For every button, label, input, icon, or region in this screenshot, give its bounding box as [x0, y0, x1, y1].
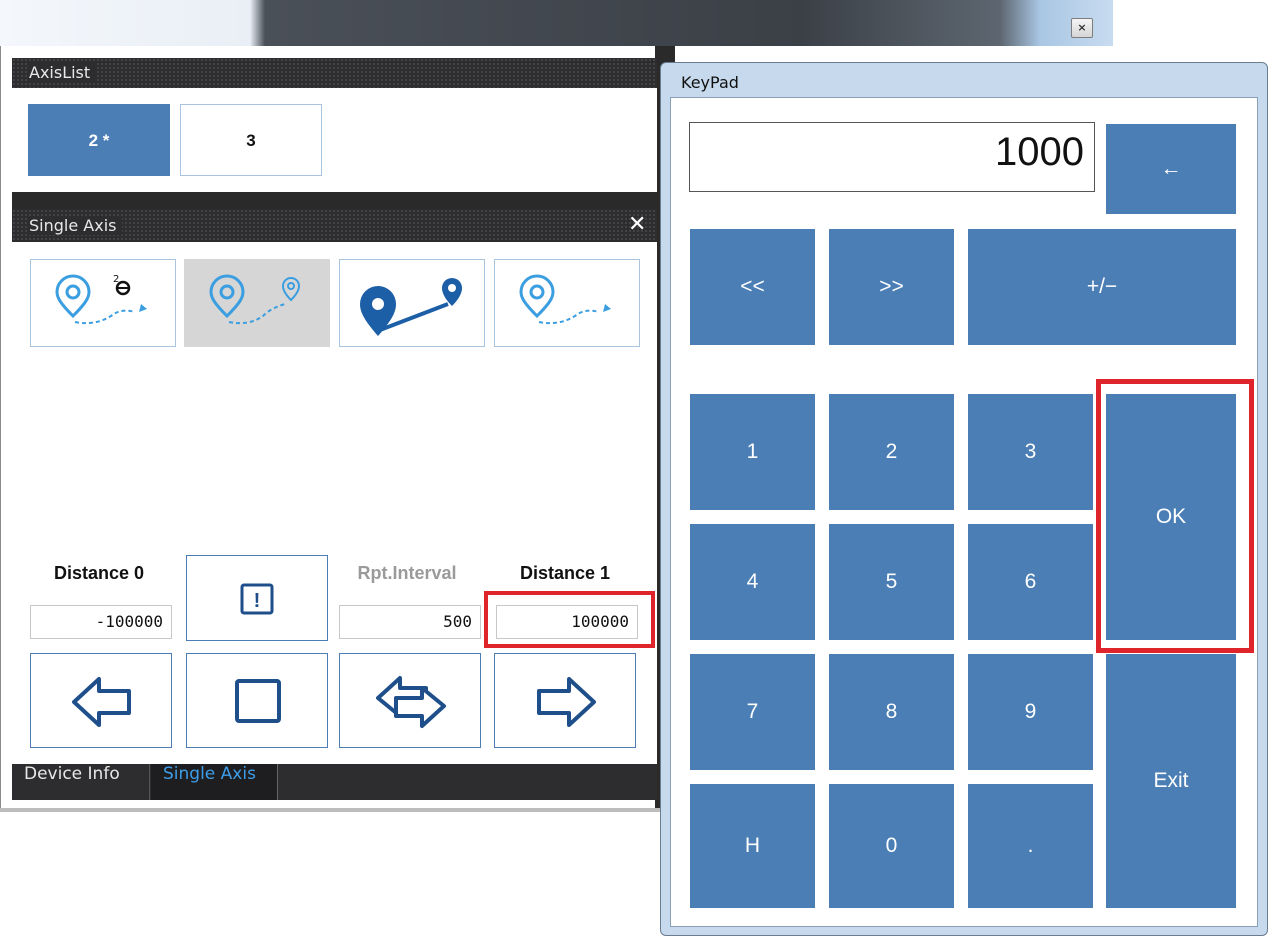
key-8[interactable]: 8 — [829, 654, 954, 770]
bottom-tab-bar: Device Info Single Axis — [12, 764, 657, 800]
move-right-arrow-icon — [537, 677, 596, 727]
axis-button-3[interactable]: 3 — [180, 104, 322, 176]
single-axis-title: Single Axis — [29, 216, 123, 235]
distance0-input[interactable]: -100000 — [30, 605, 172, 639]
rpt-interval-input[interactable]: 500 — [339, 605, 481, 639]
key-home[interactable]: H — [690, 784, 815, 908]
key-6[interactable]: 6 — [968, 524, 1093, 640]
jog-mode-button[interactable]: 2 — [30, 259, 176, 347]
sign-toggle-button[interactable]: +/− — [968, 229, 1236, 345]
continuous-move-icon — [519, 274, 611, 325]
svg-text:2: 2 — [113, 274, 119, 285]
key-9[interactable]: 9 — [968, 654, 1093, 770]
key-2[interactable]: 2 — [829, 394, 954, 510]
keypad-title: KeyPad — [681, 73, 739, 92]
cursor-right-button[interactable]: >> — [829, 229, 954, 345]
keypad-display[interactable]: 1000 — [689, 122, 1095, 192]
alarm-icon: ! — [240, 583, 274, 615]
repeat-move-icon — [376, 676, 446, 728]
panel-close-icon[interactable]: ✕ — [628, 212, 646, 237]
axislist-title: AxisList — [29, 63, 97, 82]
ok-highlight — [1096, 379, 1254, 653]
tab-device-info[interactable]: Device Info — [12, 764, 150, 800]
move-left-button[interactable] — [30, 653, 172, 748]
distance1-label: Distance 1 — [519, 563, 611, 583]
window-close-button[interactable]: × — [1071, 18, 1093, 38]
relative-move-button[interactable] — [184, 259, 330, 347]
main-titlebar — [0, 0, 1113, 46]
distance1-highlight — [484, 591, 655, 648]
key-0[interactable]: 0 — [829, 784, 954, 908]
key-4[interactable]: 4 — [690, 524, 815, 640]
key-7[interactable]: 7 — [690, 654, 815, 770]
cursor-left-button[interactable]: << — [690, 229, 815, 345]
alarm-reset-button[interactable]: ! — [186, 555, 328, 641]
move-left-arrow-icon — [72, 677, 131, 727]
jog-mode-icon: 2 — [55, 274, 147, 325]
repeat-move-button[interactable] — [339, 653, 481, 748]
window-frame — [0, 46, 10, 812]
key-5[interactable]: 5 — [829, 524, 954, 640]
rpt-interval-label: Rpt.Interval — [357, 563, 457, 583]
continuous-move-button[interactable] — [494, 259, 640, 347]
stop-icon — [235, 679, 281, 723]
key-3[interactable]: 3 — [968, 394, 1093, 510]
tab-single-axis[interactable]: Single Axis — [151, 764, 278, 800]
absolute-move-icon — [360, 278, 462, 336]
panel-divider — [12, 192, 657, 209]
relative-move-icon — [209, 274, 301, 325]
alarm-icon-text: ! — [254, 590, 261, 612]
distance0-label: Distance 0 — [53, 563, 145, 583]
axis-button-2[interactable]: 2 * — [28, 104, 170, 176]
absolute-move-button[interactable] — [339, 259, 485, 347]
key-decimal[interactable]: . — [968, 784, 1093, 908]
window-frame-bottom — [0, 808, 662, 812]
stop-button[interactable] — [186, 653, 328, 748]
key-1[interactable]: 1 — [690, 394, 815, 510]
single-axis-panel-header: Single Axis — [12, 209, 657, 242]
backspace-button[interactable]: ← — [1106, 124, 1236, 214]
move-right-button[interactable] — [494, 653, 636, 748]
exit-button[interactable]: Exit — [1106, 654, 1236, 908]
axislist-panel-header: AxisList — [12, 58, 657, 88]
